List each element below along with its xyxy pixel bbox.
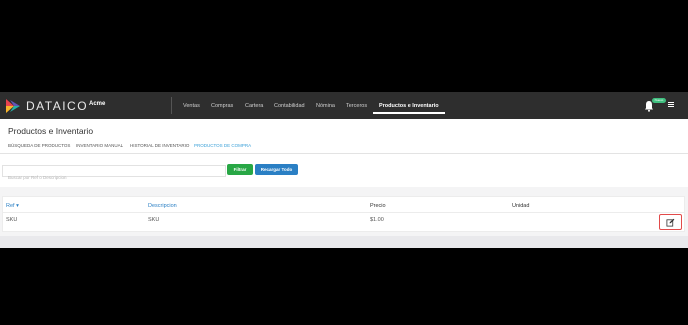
hamburger-menu-icon[interactable] [668, 102, 674, 107]
cell-ref: SKU [6, 217, 18, 223]
page-title: Productos e Inventario [8, 126, 94, 136]
products-table: Ref ▾ Descripcion Precio Unidad SKU SKU … [2, 196, 685, 232]
nav-cartera[interactable]: Cartera [245, 92, 263, 119]
edit-row-button[interactable] [659, 214, 682, 230]
page-header: Productos e Inventario BÚSQUEDA DE PRODU… [0, 119, 688, 154]
column-header-ref[interactable]: Ref ▾ [6, 203, 19, 209]
nav-ventas[interactable]: Ventas [183, 92, 200, 119]
column-header-ref-label: Ref [6, 203, 15, 209]
filter-button[interactable]: Filtrar [227, 164, 253, 175]
cell-precio: $1.00 [370, 217, 384, 223]
nav-divider [171, 97, 172, 114]
nav-terceros[interactable]: Terceros [346, 92, 367, 119]
search-input[interactable] [3, 172, 223, 183]
edit-icon [666, 218, 675, 227]
tab-busqueda-productos[interactable]: BÚSQUEDA DE PRODUCTOS [8, 143, 70, 148]
column-header-unidad: Unidad [512, 203, 530, 209]
tab-productos-compra[interactable]: PRODUCTOS DE COMPRA [194, 143, 251, 148]
reload-all-button[interactable]: Recargar Todo [255, 164, 298, 175]
search-box [2, 165, 226, 183]
new-badge: Nuevo [652, 98, 666, 103]
brand-logo[interactable]: DATAICO [5, 97, 88, 114]
app-window: DATAICO Acme Ventas Compras Cartera Cont… [0, 92, 688, 248]
nav-nomina[interactable]: Nómina [316, 92, 335, 119]
dataico-logo-icon [6, 98, 20, 113]
top-navigation-bar: DATAICO Acme Ventas Compras Cartera Cont… [0, 92, 688, 119]
company-name[interactable]: Acme [89, 101, 105, 107]
nav-productos-inventario[interactable]: Productos e Inventario [373, 92, 445, 119]
nav-compras[interactable]: Compras [211, 92, 233, 119]
brand-name: DATAICO [26, 98, 89, 113]
cell-descripcion: SKU [148, 217, 160, 223]
sort-down-icon: ▾ [16, 203, 19, 209]
column-header-descripcion[interactable]: Descripcion [148, 203, 177, 209]
tab-inventario-manual[interactable]: INVENTARIO MANUAL [76, 143, 123, 148]
nav-contabilidad[interactable]: Contabilidad [274, 92, 305, 119]
tab-historial-inventario[interactable]: HISTORIAL DE INVENTARIO [130, 143, 189, 148]
footer-band [0, 236, 688, 248]
header-divider [3, 212, 684, 213]
column-header-precio: Precio [370, 203, 386, 209]
